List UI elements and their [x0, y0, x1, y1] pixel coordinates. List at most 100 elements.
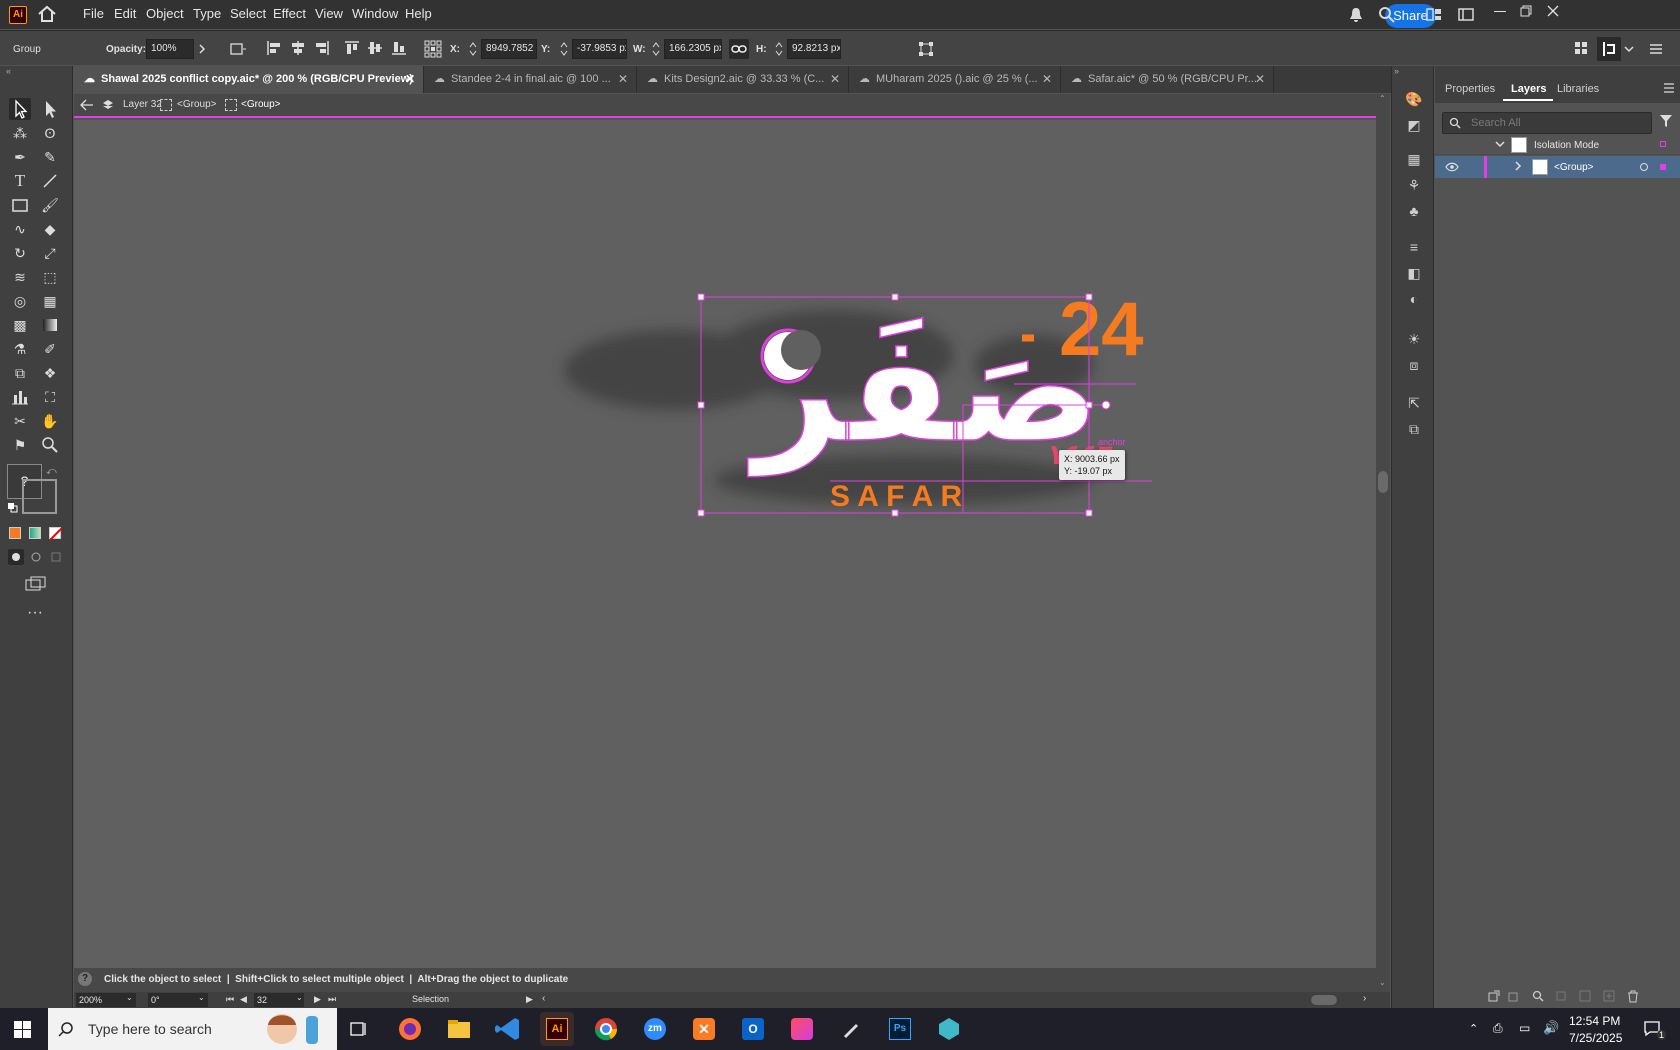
gradient-panel-icon[interactable]: ◧	[1405, 264, 1423, 282]
lasso-tool-icon[interactable]: ʘ	[39, 122, 61, 144]
draw-behind-icon[interactable]	[28, 549, 44, 565]
layer-row-group[interactable]: <Group>	[1435, 156, 1680, 178]
hand-tool-icon[interactable]: ✋	[39, 410, 61, 432]
scale-tool-icon[interactable]: ⤢	[39, 242, 61, 264]
none-mode-icon[interactable]	[49, 527, 62, 540]
locate-object-icon[interactable]	[1532, 990, 1544, 1002]
eraser-tool-icon[interactable]: ◆	[39, 218, 61, 240]
h-input[interactable]: 92.8213 px	[787, 39, 841, 59]
chrome-icon[interactable]	[589, 1012, 623, 1046]
breadcrumb-group-2[interactable]: <Group>	[241, 99, 280, 110]
rotate-tool-icon[interactable]: ↻	[9, 242, 31, 264]
y-stepper-icon[interactable]	[560, 41, 568, 57]
draw-inside-icon[interactable]	[48, 549, 64, 565]
chevron-down-icon[interactable]: ⌄	[296, 993, 303, 1002]
menu-type[interactable]: Type	[193, 6, 221, 21]
menu-window[interactable]: Window	[352, 6, 398, 21]
breadcrumb-layer[interactable]: Layer 32	[123, 99, 162, 110]
taskbar-search[interactable]: Type here to search	[48, 1008, 337, 1050]
menu-effect[interactable]: Effect	[273, 6, 306, 21]
color-guide-icon[interactable]: ◩	[1405, 116, 1423, 134]
tab-close-icon[interactable]: ✕	[830, 66, 840, 93]
scroll-right-icon[interactable]: ›	[1363, 993, 1366, 1004]
clock-time[interactable]: 12:54 PM	[1569, 1014, 1620, 1028]
menu-lines-icon[interactable]	[1649, 43, 1663, 55]
back-arrow-icon[interactable]	[80, 99, 94, 111]
shaper-tool-icon[interactable]: ∿	[9, 218, 31, 240]
menu-view[interactable]: View	[315, 6, 343, 21]
eye-icon[interactable]	[1445, 162, 1459, 172]
clipping-mask-icon[interactable]	[1555, 990, 1567, 1002]
xampp-icon[interactable]: ✕	[687, 1012, 721, 1046]
clock-date[interactable]: 7/25/2025	[1569, 1031, 1622, 1045]
zoom-icon[interactable]: zm	[638, 1012, 672, 1046]
illustrator-icon[interactable]: Ai	[540, 1012, 574, 1046]
transparency-icon[interactable]: ◐	[1405, 290, 1423, 308]
tab-kits-design[interactable]: ☁ Kits Design2.aic @ 33.33 % (C... ✕	[637, 66, 849, 93]
shape-builder-tool-icon[interactable]: ◎	[9, 290, 31, 312]
selected-art-indicator[interactable]	[1660, 164, 1666, 170]
tab-safar[interactable]: ☁ Safar.aic* @ 50 % (RGB/CPU Pr... ✕	[1061, 66, 1274, 93]
gradient-tool-icon[interactable]	[39, 314, 61, 336]
x-input[interactable]: 8949.7852 p	[481, 39, 537, 59]
tab-shawal[interactable]: ☁ Shawal 2025 conflict copy.aic* @ 200 % …	[74, 66, 424, 93]
color-mode-icon[interactable]	[9, 527, 21, 539]
collapse-icon[interactable]: »	[1394, 66, 1399, 76]
chevron-down-icon[interactable]: ⌄	[198, 993, 205, 1002]
y-input[interactable]: -37.9853 px	[572, 39, 627, 59]
new-sublayer-icon[interactable]	[1579, 990, 1591, 1002]
align-middle-icon[interactable]	[367, 40, 383, 56]
trash-icon[interactable]	[1627, 990, 1639, 1003]
screen-mode-icon[interactable]	[25, 576, 47, 592]
workspace-icon[interactable]	[1458, 8, 1474, 21]
menu-select[interactable]: Select	[230, 6, 266, 21]
first-artboard-icon[interactable]: ⏮	[226, 994, 234, 1005]
type-tool-icon[interactable]: T	[9, 170, 31, 192]
tab-close-icon[interactable]: ✕	[1255, 66, 1265, 93]
selection-indicator[interactable]	[1660, 141, 1666, 147]
target-icon[interactable]	[1640, 163, 1648, 171]
scroll-up-icon[interactable]: ⌃	[1379, 94, 1386, 103]
tab-close-icon[interactable]: ✕	[618, 66, 628, 93]
chevron-down-icon[interactable]	[1624, 45, 1634, 53]
status-menu-icon[interactable]: ▶	[526, 994, 533, 1005]
mesh-tool-icon[interactable]: ▩	[9, 314, 31, 336]
app-icon[interactable]	[932, 1012, 966, 1046]
symbols-icon[interactable]: ♣	[1405, 202, 1423, 220]
export-icon[interactable]: ⇱	[1405, 394, 1423, 412]
volume-icon[interactable]: 🔊	[1543, 1020, 1559, 1036]
w-stepper-icon[interactable]	[652, 41, 660, 57]
minimize-icon[interactable]	[1494, 11, 1506, 12]
stroke-swatch[interactable]	[22, 479, 57, 514]
panel-menu-icon[interactable]	[1663, 83, 1675, 93]
stroke-panel-icon[interactable]: ≡	[1405, 238, 1423, 256]
more-tools-icon[interactable]: ···	[27, 604, 43, 622]
reference-point-icon[interactable]	[424, 40, 442, 58]
appearance-icon[interactable]: ☀	[1405, 330, 1423, 348]
color-panel-icon[interactable]: 🎨	[1405, 90, 1423, 108]
scroll-left-icon[interactable]: ‹	[542, 993, 545, 1004]
print-tiling-tool-icon[interactable]: ⚑	[9, 434, 31, 456]
device-icon[interactable]: ⎙	[1493, 1021, 1503, 1036]
tab-libraries[interactable]: Libraries	[1557, 83, 1599, 103]
tab-close-icon[interactable]: ✕	[405, 66, 415, 93]
magic-wand-tool-icon[interactable]: ⁂	[9, 122, 31, 144]
slice-tool-icon[interactable]: ✂	[9, 410, 31, 432]
direct-selection-tool-icon[interactable]	[39, 98, 61, 120]
filter-icon[interactable]	[1659, 114, 1673, 128]
isolation-mode-row[interactable]: Isolation Mode	[1435, 135, 1680, 155]
menu-help[interactable]: Help	[405, 6, 432, 21]
next-artboard-icon[interactable]: ▶	[314, 994, 321, 1005]
rectangle-tool-icon[interactable]	[9, 194, 31, 216]
gradient-mode-icon[interactable]	[29, 527, 41, 539]
x-stepper-icon[interactable]	[469, 41, 477, 57]
show-hidden-icons-icon[interactable]: ⌃	[1469, 1022, 1478, 1035]
tab-standee[interactable]: ☁ Standee 2-4 in final.aic @ 100 ... ✕	[424, 66, 637, 93]
network-icon[interactable]: ▭	[1519, 1021, 1530, 1035]
breadcrumb-group-1[interactable]: <Group>	[177, 99, 216, 110]
scroll-down-icon[interactable]: ⌄	[1379, 978, 1386, 987]
opacity-input[interactable]: 100%	[146, 39, 194, 59]
file-explorer-icon[interactable]	[442, 1012, 476, 1046]
draw-normal-icon[interactable]	[8, 549, 24, 565]
swap-fill-stroke-icon[interactable]: ⤺	[46, 466, 57, 477]
